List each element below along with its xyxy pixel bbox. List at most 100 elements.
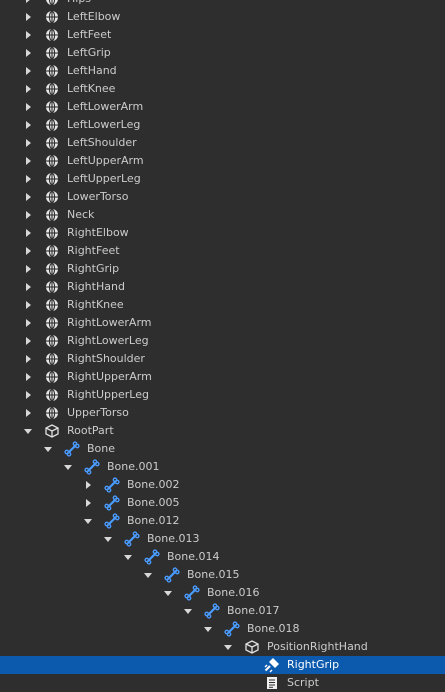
tree-row-uppertorso[interactable]: UpperTorso — [0, 404, 445, 422]
expand-arrow-icon[interactable] — [23, 314, 33, 332]
attachment-icon — [44, 45, 60, 61]
tree-row-rightshoulder[interactable]: RightShoulder — [0, 350, 445, 368]
collapse-arrow-icon[interactable] — [43, 440, 53, 458]
tree-row-leftshoulder[interactable]: LeftShoulder — [0, 134, 445, 152]
expand-arrow-icon[interactable] — [23, 8, 33, 26]
weld-icon — [264, 657, 280, 673]
tree-item-label: Bone.016 — [207, 586, 260, 599]
tree-item-label: RightUpperArm — [67, 370, 152, 383]
bone-icon — [104, 495, 120, 511]
collapse-arrow-icon[interactable] — [223, 638, 233, 656]
expand-arrow-icon[interactable] — [23, 188, 33, 206]
tree-row-leftelbow[interactable]: LeftElbow — [0, 8, 445, 26]
tree-item-label: LeftHand — [67, 64, 117, 77]
expand-arrow-icon[interactable] — [23, 116, 33, 134]
tree-row-hips[interactable]: Hips — [0, 0, 445, 8]
expand-arrow-icon[interactable] — [83, 494, 93, 512]
bone-icon — [184, 585, 200, 601]
tree-row-rightgrip[interactable]: RightGrip — [0, 656, 445, 674]
tree-item-label: Bone.005 — [127, 496, 180, 509]
tree-row-neck[interactable]: Neck — [0, 206, 445, 224]
tree-item-label: Bone.002 — [127, 478, 180, 491]
expand-arrow-icon[interactable] — [83, 476, 93, 494]
script-icon — [264, 675, 280, 691]
tree-row-lefthand[interactable]: LeftHand — [0, 62, 445, 80]
tree-row-rootpart[interactable]: RootPart — [0, 422, 445, 440]
tree-row-lowertorso[interactable]: LowerTorso — [0, 188, 445, 206]
expand-arrow-icon[interactable] — [23, 170, 33, 188]
expand-arrow-icon[interactable] — [23, 26, 33, 44]
attachment-icon — [44, 351, 60, 367]
expand-arrow-icon[interactable] — [23, 98, 33, 116]
tree-row-rightlowerleg[interactable]: RightLowerLeg — [0, 332, 445, 350]
expand-arrow-icon[interactable] — [23, 134, 33, 152]
tree-row-bone-013[interactable]: Bone.013 — [0, 530, 445, 548]
tree-row-rightelbow[interactable]: RightElbow — [0, 224, 445, 242]
collapse-arrow-icon[interactable] — [183, 602, 193, 620]
tree-row-leftupperleg[interactable]: LeftUpperLeg — [0, 170, 445, 188]
tree-row-bone-005[interactable]: Bone.005 — [0, 494, 445, 512]
tree-row-bone-016[interactable]: Bone.016 — [0, 584, 445, 602]
collapse-arrow-icon[interactable] — [103, 530, 113, 548]
expand-arrow-icon[interactable] — [23, 278, 33, 296]
expand-arrow-icon[interactable] — [23, 386, 33, 404]
tree-item-label: LeftUpperLeg — [67, 172, 141, 185]
tree-row-leftupperarm[interactable]: LeftUpperArm — [0, 152, 445, 170]
tree-row-rightgrip[interactable]: RightGrip — [0, 260, 445, 278]
bone-icon — [64, 441, 80, 457]
expand-arrow-icon[interactable] — [23, 44, 33, 62]
collapse-arrow-icon[interactable] — [83, 512, 93, 530]
tree-row-rightupperarm[interactable]: RightUpperArm — [0, 368, 445, 386]
tree-row-bone-015[interactable]: Bone.015 — [0, 566, 445, 584]
attachment-icon — [44, 135, 60, 151]
tree-row-leftlowerleg[interactable]: LeftLowerLeg — [0, 116, 445, 134]
expand-arrow-icon[interactable] — [23, 152, 33, 170]
collapse-arrow-icon[interactable] — [143, 566, 153, 584]
tree-item-label: RightFeet — [67, 244, 120, 257]
expand-arrow-icon[interactable] — [23, 260, 33, 278]
collapse-arrow-icon[interactable] — [23, 422, 33, 440]
tree-item-label: Hips — [67, 0, 91, 8]
tree-row-script[interactable]: Script — [0, 674, 445, 692]
collapse-arrow-icon[interactable] — [123, 548, 133, 566]
expand-arrow-icon[interactable] — [23, 206, 33, 224]
expand-arrow-icon[interactable] — [23, 332, 33, 350]
tree-row-bone-001[interactable]: Bone.001 — [0, 458, 445, 476]
collapse-arrow-icon[interactable] — [203, 620, 213, 638]
expand-arrow-icon[interactable] — [23, 62, 33, 80]
tree-item-label: LeftUpperArm — [67, 154, 144, 167]
bone-icon — [104, 477, 120, 493]
expand-arrow-icon[interactable] — [23, 242, 33, 260]
attachment-icon — [44, 81, 60, 97]
tree-row-leftknee[interactable]: LeftKnee — [0, 80, 445, 98]
collapse-arrow-icon[interactable] — [163, 584, 173, 602]
tree-row-positionrighthand[interactable]: PositionRightHand — [0, 638, 445, 656]
attachment-icon — [44, 171, 60, 187]
expand-arrow-icon[interactable] — [23, 224, 33, 242]
tree-row-righthand[interactable]: RightHand — [0, 278, 445, 296]
tree-row-bone-002[interactable]: Bone.002 — [0, 476, 445, 494]
tree-row-leftgrip[interactable]: LeftGrip — [0, 44, 445, 62]
expand-arrow-icon[interactable] — [23, 350, 33, 368]
attachment-icon — [44, 387, 60, 403]
tree-item-label: UpperTorso — [67, 406, 129, 419]
attachment-icon — [44, 153, 60, 169]
expand-arrow-icon[interactable] — [23, 80, 33, 98]
tree-row-leftlowerarm[interactable]: LeftLowerArm — [0, 98, 445, 116]
tree-row-rightlowerarm[interactable]: RightLowerArm — [0, 314, 445, 332]
tree-row-bone-018[interactable]: Bone.018 — [0, 620, 445, 638]
tree-row-rightupperleg[interactable]: RightUpperLeg — [0, 386, 445, 404]
expand-arrow-icon[interactable] — [23, 368, 33, 386]
expand-arrow-icon[interactable] — [23, 0, 33, 8]
tree-row-rightknee[interactable]: RightKnee — [0, 296, 445, 314]
tree-row-leftfeet[interactable]: LeftFeet — [0, 26, 445, 44]
tree-row-rightfeet[interactable]: RightFeet — [0, 242, 445, 260]
expand-arrow-icon[interactable] — [23, 404, 33, 422]
collapse-arrow-icon[interactable] — [63, 458, 73, 476]
expand-arrow-icon[interactable] — [23, 296, 33, 314]
tree-row-bone-014[interactable]: Bone.014 — [0, 548, 445, 566]
tree-row-bone[interactable]: Bone — [0, 440, 445, 458]
attachment-icon — [44, 225, 60, 241]
tree-row-bone-012[interactable]: Bone.012 — [0, 512, 445, 530]
tree-row-bone-017[interactable]: Bone.017 — [0, 602, 445, 620]
